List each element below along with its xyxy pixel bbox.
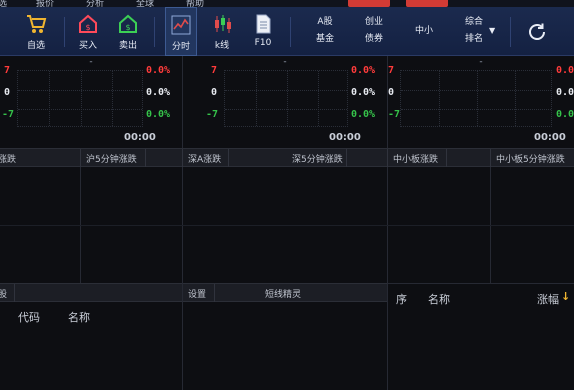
f10-label: F10: [254, 38, 272, 48]
y-top-label: 7: [4, 65, 11, 76]
kline-label: k线: [214, 41, 230, 51]
y-bottom-label: -7: [206, 109, 219, 120]
sell-house-icon: $: [119, 14, 137, 33]
column-code[interactable]: 代码: [18, 309, 40, 325]
smallcap-label: 中小: [414, 26, 433, 36]
market-a-bottom: 基金: [315, 34, 334, 44]
pct-top-label: 0.0%: [146, 65, 171, 76]
tab-short-term-elf[interactable]: 短线精灵: [265, 287, 301, 300]
timeshare-chart-icon: [171, 15, 191, 35]
timeshare-label: 分时: [171, 42, 190, 52]
market-a-switch[interactable]: A股 基金: [306, 7, 344, 56]
buy-button[interactable]: $ 买入: [72, 7, 104, 56]
separator: [290, 17, 291, 47]
column-name[interactable]: 名称: [68, 309, 90, 325]
y-bottom-label: -7: [2, 109, 15, 120]
tab-sh-change[interactable]: 涨跌: [0, 152, 16, 165]
tab-smallcap-5min-change[interactable]: 中小板5分钟涨跌: [496, 152, 565, 165]
pct-bottom-label: 0.0%: [351, 109, 376, 120]
watchlist-label: 自选: [26, 41, 45, 51]
kline-button[interactable]: k线: [206, 7, 238, 56]
sell-label: 卖出: [118, 41, 137, 51]
timeshare-button[interactable]: 分时: [165, 7, 197, 56]
y-top-label: 7: [388, 65, 395, 76]
short-term-panel-header: 设置 短线精灵: [183, 283, 387, 302]
chart-time: 00:00: [124, 132, 156, 143]
cart-icon: [27, 15, 47, 33]
market-b-bottom: 债券: [364, 34, 383, 44]
svg-text:$: $: [125, 23, 130, 32]
buy-label: 买入: [78, 41, 97, 51]
separator: [154, 17, 155, 47]
pct-mid-label: 0.0%: [146, 87, 171, 98]
rank-top: 综合: [464, 17, 483, 27]
document-icon: [256, 14, 271, 34]
index-charts: - 7 0 -7 0.0% 0.0% 0.0% 00:00 - 7 0 -7 0…: [0, 56, 574, 148]
sell-button[interactable]: $ 卖出: [112, 7, 144, 56]
column-change-pct[interactable]: 涨幅: [537, 291, 559, 307]
market-b-switch[interactable]: 创业 债券: [355, 7, 393, 56]
chevron-down-icon[interactable]: ▼: [489, 26, 495, 35]
tab-sh-5min-change[interactable]: 沪5分钟涨跌: [86, 152, 137, 165]
tab-smallcap-change[interactable]: 中小板涨跌: [393, 152, 438, 165]
f10-button[interactable]: F10: [247, 7, 279, 56]
chart-title: -: [479, 57, 483, 67]
pct-mid-label: 0.0%: [556, 87, 574, 98]
pct-mid-label: 0.0%: [351, 87, 376, 98]
candlestick-icon: [215, 15, 231, 33]
sort-down-icon[interactable]: ↓: [561, 290, 570, 303]
quote-button[interactable]: [406, 0, 448, 7]
separator: [510, 17, 511, 47]
separator: [64, 17, 65, 47]
refresh-icon[interactable]: [526, 21, 548, 43]
sector-panel-header: 涨跌 沪5分钟涨跌 深A涨跌 深5分钟涨跌 中小板涨跌 中小板5分钟涨跌: [0, 148, 574, 167]
pct-top-label: 0.0%: [556, 65, 574, 76]
main-toolbar: 自选 $ 买入 $ 卖出 分时 k线 F10 A股 基金 创业 债券 中小 综合…: [0, 7, 574, 56]
chart-grid: [17, 70, 143, 127]
market-a-top: A股: [317, 17, 333, 27]
y-mid-label: 0: [4, 87, 11, 98]
tab-sz-a-change[interactable]: 深A涨跌: [188, 152, 221, 165]
chart-time: 00:00: [329, 132, 361, 143]
column-name[interactable]: 名称: [428, 291, 450, 307]
watchlist-button[interactable]: 自选: [18, 7, 54, 56]
rank-switch[interactable]: 综合 排名: [455, 7, 493, 56]
pct-top-label: 0.0%: [351, 65, 376, 76]
trade-button[interactable]: [348, 0, 390, 7]
svg-text:$: $: [85, 23, 90, 32]
y-mid-label: 0: [211, 87, 218, 98]
stock-list-panel-header: 股: [0, 283, 182, 302]
index-chart[interactable]: - 7 0 -7 0.0% 0.0% 0.0% 00:00: [0, 56, 182, 148]
chart-grid: [224, 70, 348, 127]
market-b-top: 创业: [364, 17, 383, 27]
tab-sz-5min-change[interactable]: 深5分钟涨跌: [292, 152, 343, 165]
chart-time: 00:00: [534, 132, 566, 143]
y-bottom-label: -7: [388, 109, 401, 120]
tab-stocks[interactable]: 股: [0, 287, 7, 300]
rank-bottom: 排名: [464, 34, 483, 44]
y-mid-label: 0: [388, 87, 395, 98]
smallcap-switch[interactable]: 中小: [406, 7, 442, 56]
column-rank[interactable]: 序: [396, 291, 407, 307]
pct-bottom-label: 0.0%: [146, 109, 171, 120]
buy-house-icon: $: [79, 14, 97, 33]
y-top-label: 7: [211, 65, 218, 76]
pct-bottom-label: 0.0%: [556, 109, 574, 120]
tab-settings[interactable]: 设置: [188, 287, 206, 300]
top-menu-strip: 选 报价 分析 全球 帮助: [0, 0, 574, 9]
index-chart[interactable]: - 7 0 -7 0.0% 0.0% 0.0% 00:00: [183, 56, 387, 148]
index-chart[interactable]: - 7 0 -7 0.0% 0.0% 0.0% 00:00: [388, 56, 574, 148]
chart-grid: [400, 70, 552, 127]
